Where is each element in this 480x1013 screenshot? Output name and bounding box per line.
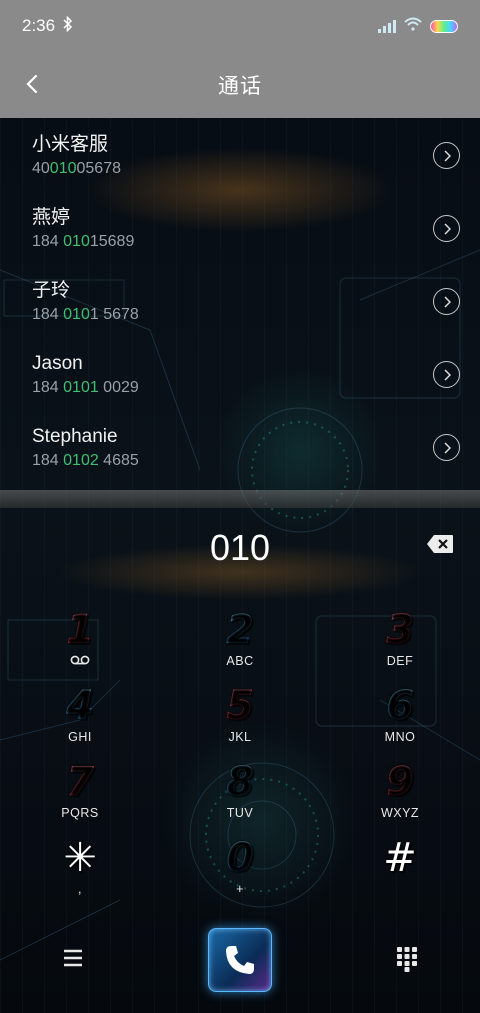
contact-number: 184 01015689 xyxy=(32,233,135,250)
page-title: 通话 xyxy=(218,75,262,98)
chevron-right-icon xyxy=(443,149,451,162)
chevron-right-icon xyxy=(443,368,451,381)
battery-icon xyxy=(430,19,458,33)
key-letters: WXYZ xyxy=(380,806,420,820)
key-3[interactable]: 3 DEF xyxy=(320,606,480,674)
header-bar: 2:36 通话 xyxy=(0,0,480,118)
keypad-toggle-button[interactable] xyxy=(396,946,418,972)
key-9[interactable]: 9 WXYZ xyxy=(320,758,480,826)
contact-row[interactable]: Stephanie 184 0102 4685 xyxy=(0,410,480,483)
key-letters: PQRS xyxy=(61,806,99,820)
key-letters: + xyxy=(236,882,244,896)
contact-row[interactable]: Jason 184 0101 0029 xyxy=(0,337,480,410)
key-letters: , xyxy=(78,882,82,896)
contact-row[interactable]: 燕婷 184 01015689 xyxy=(0,191,480,264)
key-digit: 9 xyxy=(386,759,414,805)
contact-detail-button[interactable] xyxy=(433,288,460,315)
contact-name: 子玲 xyxy=(32,280,71,301)
voicemail-icon xyxy=(70,654,90,668)
key-hash[interactable]: # xyxy=(320,834,480,902)
wifi-icon xyxy=(404,16,422,36)
key-letters: DEF xyxy=(386,654,414,668)
contact-list: 小米客服 4001005678 燕婷 184 01015689 子玲 184 0… xyxy=(0,118,480,483)
chevron-right-icon xyxy=(443,295,451,308)
keypad-icon xyxy=(397,947,417,972)
key-letters: ABC xyxy=(226,654,254,668)
key-5[interactable]: 5 JKL xyxy=(160,682,320,750)
key-digit: 4 xyxy=(66,683,94,729)
key-digit: 8 xyxy=(226,759,254,805)
key-8[interactable]: 8 TUV xyxy=(160,758,320,826)
key-digit: ✳ xyxy=(63,835,97,881)
key-7[interactable]: 7 PQRS xyxy=(0,758,160,826)
signal-icon xyxy=(378,19,396,33)
key-digit: 7 xyxy=(66,759,94,805)
status-bar: 2:36 xyxy=(0,0,480,52)
contact-number: 184 0101 0029 xyxy=(32,379,139,396)
key-letters: GHI xyxy=(68,730,92,744)
key-2[interactable]: 2 ABC xyxy=(160,606,320,674)
status-time: 2:36 xyxy=(22,16,56,35)
menu-button[interactable] xyxy=(58,946,88,970)
contact-number: 4001005678 xyxy=(32,160,121,177)
contact-name: Stephanie xyxy=(32,426,118,447)
title-bar: 通话 xyxy=(0,52,480,118)
chevron-right-icon xyxy=(443,441,451,454)
contact-row[interactable]: 子玲 184 0101 5678 xyxy=(0,264,480,337)
contact-name: 燕婷 xyxy=(32,207,71,228)
key-1[interactable]: 1 xyxy=(0,606,160,674)
key-0[interactable]: 0 + xyxy=(160,834,320,902)
key-6[interactable]: 6 MNO xyxy=(320,682,480,750)
dialpad-drag-handle[interactable] xyxy=(0,490,480,508)
contact-row[interactable]: 小米客服 4001005678 xyxy=(0,118,480,191)
contact-detail-button[interactable] xyxy=(433,434,460,461)
backspace-button[interactable] xyxy=(426,534,454,554)
menu-icon xyxy=(64,949,82,967)
key-digit: 2 xyxy=(226,607,254,653)
contact-detail-button[interactable] xyxy=(433,215,460,242)
key-4[interactable]: 4 GHI xyxy=(0,682,160,750)
key-letters: JKL xyxy=(228,730,252,744)
key-star[interactable]: ✳ , xyxy=(0,834,160,902)
contact-detail-button[interactable] xyxy=(433,361,460,388)
key-digit: 5 xyxy=(226,683,254,729)
key-digit: # xyxy=(383,835,417,881)
contact-detail-button[interactable] xyxy=(433,142,460,169)
call-button[interactable] xyxy=(208,928,272,992)
chevron-left-icon xyxy=(26,74,38,94)
bluetooth-icon xyxy=(63,15,73,36)
keypad: 1 2 ABC 3 DEF 4 GHI 5 JKL 6 MNO 7 PQRS 8… xyxy=(0,606,480,902)
contact-number: 184 0101 5678 xyxy=(32,306,139,323)
backspace-icon xyxy=(427,535,453,553)
back-button[interactable] xyxy=(18,70,46,98)
chevron-right-icon xyxy=(443,222,451,235)
key-digit: 1 xyxy=(66,607,94,653)
contact-number: 184 0102 4685 xyxy=(32,452,139,469)
bottom-bar xyxy=(0,928,480,992)
dial-input[interactable]: 010 xyxy=(0,524,480,572)
key-digit: 6 xyxy=(386,683,414,729)
contact-name: 小米客服 xyxy=(32,134,109,155)
contact-name: Jason xyxy=(32,353,83,374)
key-digit: 0 xyxy=(226,835,254,881)
key-letters: MNO xyxy=(384,730,416,744)
phone-icon xyxy=(226,946,254,974)
key-letters: TUV xyxy=(226,806,254,820)
key-digit: 3 xyxy=(386,607,414,653)
